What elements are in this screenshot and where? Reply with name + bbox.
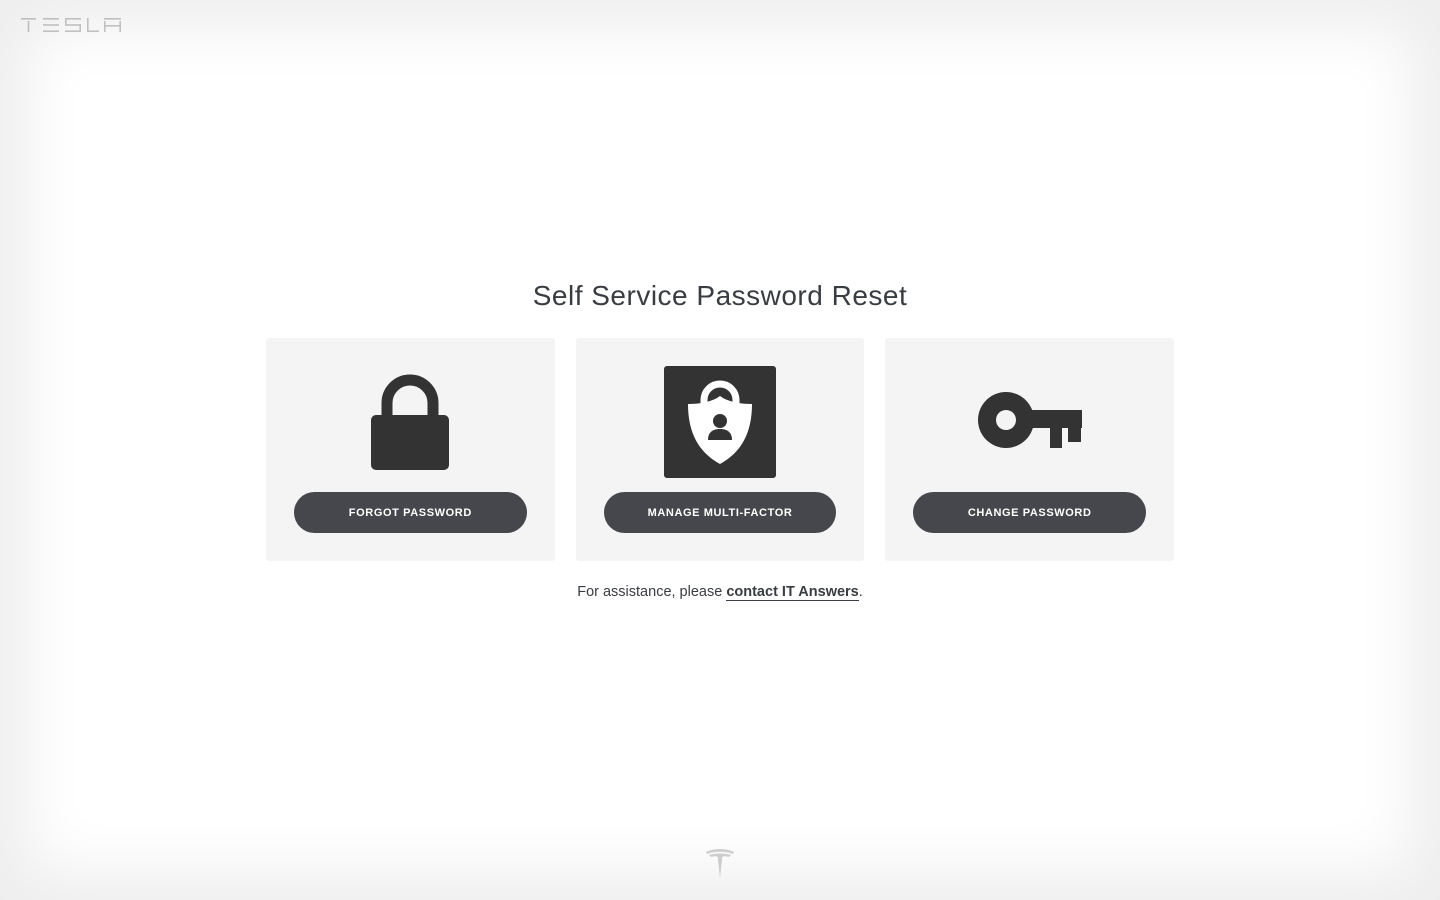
forgot-password-button[interactable]: FORGOT PASSWORD [294, 492, 527, 533]
shield-lock-user-icon [664, 366, 776, 478]
padlock-icon [354, 366, 466, 478]
option-cards: FORGOT PASSWORD MANAGE MULTI-FACTOR CHAN… [266, 338, 1175, 561]
forgot-password-card: FORGOT PASSWORD [266, 338, 555, 561]
manage-multi-factor-button[interactable]: MANAGE MULTI-FACTOR [603, 492, 837, 533]
key-icon [974, 366, 1086, 478]
change-password-card: CHANGE PASSWORD [885, 338, 1175, 561]
page-title: Self Service Password Reset [532, 280, 908, 311]
change-password-button[interactable]: CHANGE PASSWORD [913, 492, 1147, 533]
contact-it-answers-link[interactable]: contact IT Answers [726, 584, 859, 601]
assistance-prefix: For assistance, please [577, 584, 727, 600]
tesla-logo-link[interactable] [21, 17, 121, 33]
tesla-wordmark-icon [21, 18, 121, 32]
page: Self Service Password Reset FORGOT PASSW… [0, 0, 1440, 900]
manage-multi-factor-card: MANAGE MULTI-FACTOR [575, 338, 865, 561]
assistance-text: For assistance, please contact IT Answer… [0, 582, 1440, 602]
tesla-t-icon [704, 847, 736, 879]
assistance-suffix: . [858, 584, 863, 600]
